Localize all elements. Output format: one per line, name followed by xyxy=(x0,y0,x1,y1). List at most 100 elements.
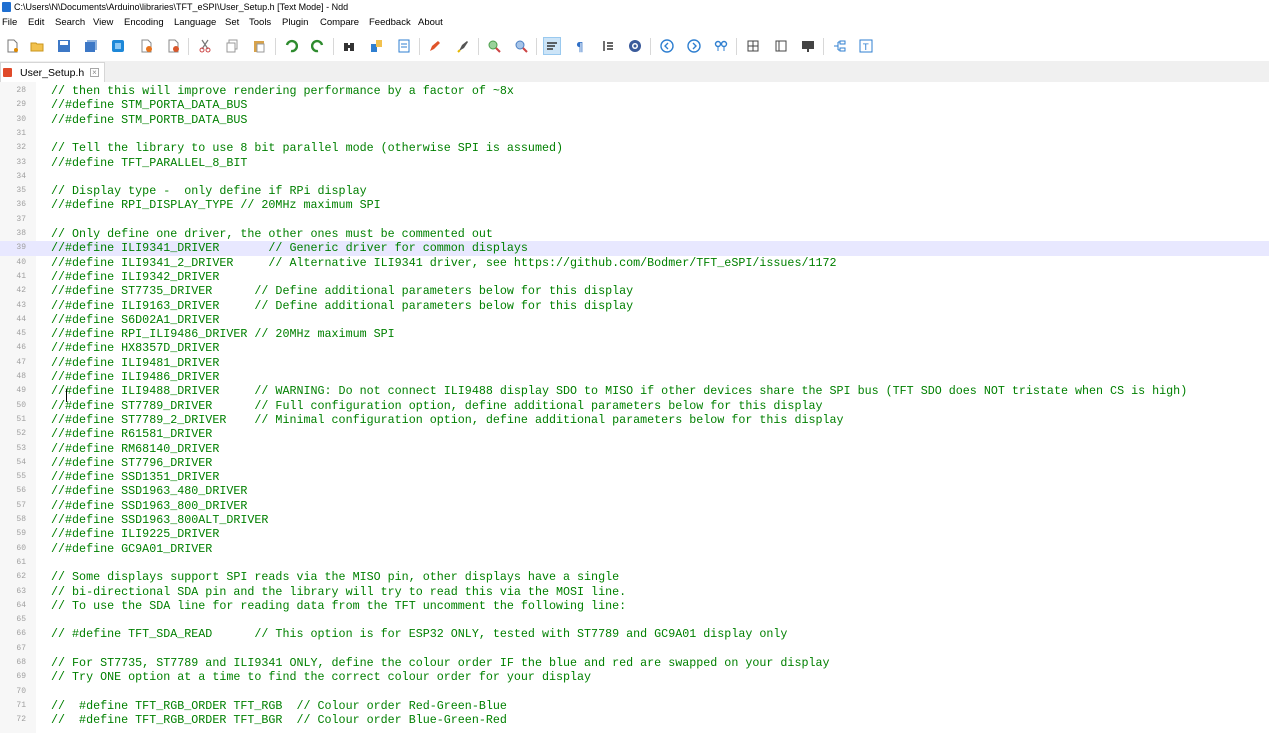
code-text[interactable]: // bi-directional SDA pin and the librar… xyxy=(51,585,626,599)
paste-icon[interactable] xyxy=(251,38,267,54)
zoom-in-icon[interactable] xyxy=(486,38,502,54)
code-line[interactable]: 64 // To use the SDA line for reading dat… xyxy=(0,599,1269,613)
code-text[interactable]: //#define STM_PORTA_DATA_BUS xyxy=(51,98,247,112)
code-line[interactable]: 29 //#define STM_PORTA_DATA_BUS xyxy=(0,98,1269,112)
code-text[interactable]: // #define TFT_SDA_READ // This option i… xyxy=(51,627,787,641)
monitor-icon[interactable] xyxy=(800,38,816,54)
code-line[interactable]: 37 xyxy=(0,213,1269,227)
save-all-icon[interactable] xyxy=(83,38,99,54)
cut-icon[interactable] xyxy=(197,38,213,54)
find-icon[interactable] xyxy=(341,38,357,54)
menu-plugin[interactable]: Plugin xyxy=(282,14,308,31)
code-line[interactable]: 34 xyxy=(0,170,1269,184)
code-text[interactable]: // #define TFT_RGB_ORDER TFT_BGR // Colo… xyxy=(51,713,507,727)
code-text[interactable]: //#define ILI9225_DRIVER xyxy=(51,527,219,541)
code-line[interactable]: 36 //#define RPI_DISPLAY_TYPE // 20MHz ma… xyxy=(0,198,1269,212)
code-line[interactable]: 57 //#define SSD1963_800_DRIVER xyxy=(0,499,1269,513)
undo-icon[interactable] xyxy=(283,38,299,54)
code-line[interactable]: 47 //#define ILI9481_DRIVER xyxy=(0,356,1269,370)
close-icon[interactable] xyxy=(110,38,126,54)
code-line[interactable]: 58 //#define SSD1963_800ALT_DRIVER xyxy=(0,513,1269,527)
copy-icon[interactable] xyxy=(224,38,240,54)
tab-user-setup[interactable]: User_Setup.h × xyxy=(0,62,105,83)
menu-about[interactable]: About xyxy=(418,14,443,31)
code-line[interactable]: 49 //#define ILI9488_DRIVER // WARNING: D… xyxy=(0,384,1269,398)
menu-compare[interactable]: Compare xyxy=(320,14,359,31)
goto-icon[interactable] xyxy=(396,38,412,54)
code-text[interactable]: //#define ILI9486_DRIVER xyxy=(51,370,219,384)
save-icon[interactable] xyxy=(56,38,72,54)
target-icon[interactable] xyxy=(627,38,643,54)
code-line[interactable]: 48 //#define ILI9486_DRIVER xyxy=(0,370,1269,384)
code-text[interactable]: //#define ST7735_DRIVER // Define additi… xyxy=(51,284,633,298)
code-text[interactable]: //#define ST7789_DRIVER // Full configur… xyxy=(51,399,823,413)
code-line[interactable]: 51 //#define ST7789_2_DRIVER // Minimal c… xyxy=(0,413,1269,427)
zoom-out-icon[interactable] xyxy=(513,38,529,54)
menu-view[interactable]: View xyxy=(93,14,113,31)
code-line[interactable]: 61 xyxy=(0,556,1269,570)
code-text[interactable]: //#define RM68140_DRIVER xyxy=(51,442,219,456)
code-text[interactable]: //#define HX8357D_DRIVER xyxy=(51,341,219,355)
code-line[interactable]: 31 xyxy=(0,127,1269,141)
code-text[interactable]: //#define ST7789_2_DRIVER // Minimal con… xyxy=(51,413,844,427)
menu-feedback[interactable]: Feedback xyxy=(369,14,411,31)
code-line[interactable]: 68 // For ST7735, ST7789 and ILI9341 ONLY… xyxy=(0,656,1269,670)
panel-icon[interactable] xyxy=(773,38,789,54)
code-text[interactable]: //#define RPI_DISPLAY_TYPE // 20MHz maxi… xyxy=(51,198,381,212)
code-line[interactable]: 44 //#define S6D02A1_DRIVER xyxy=(0,313,1269,327)
code-text[interactable]: //#define ILI9481_DRIVER xyxy=(51,356,219,370)
code-text[interactable]: // Try ONE option at a time to find the … xyxy=(51,670,591,684)
pencil-icon[interactable] xyxy=(427,38,443,54)
compare-icon[interactable] xyxy=(713,38,729,54)
code-text[interactable]: //#define ST7796_DRIVER xyxy=(51,456,212,470)
close-all-icon[interactable] xyxy=(138,38,154,54)
code-line[interactable]: 32 // Tell the library to use 8 bit paral… xyxy=(0,141,1269,155)
menu-search[interactable]: Search xyxy=(55,14,85,31)
redo-icon[interactable] xyxy=(310,38,326,54)
code-line[interactable]: 70 xyxy=(0,685,1269,699)
forward-icon[interactable] xyxy=(686,38,702,54)
code-line[interactable]: 33 //#define TFT_PARALLEL_8_BIT xyxy=(0,156,1269,170)
code-line[interactable]: 71 // #define TFT_RGB_ORDER TFT_RGB // Co… xyxy=(0,699,1269,713)
menu-set[interactable]: Set xyxy=(225,14,239,31)
menu-file[interactable]: File xyxy=(2,14,17,31)
menu-language[interactable]: Language xyxy=(174,14,216,31)
column-icon[interactable] xyxy=(745,38,761,54)
code-line[interactable]: 46 //#define HX8357D_DRIVER xyxy=(0,341,1269,355)
code-text[interactable]: //#define ILI9488_DRIVER // WARNING: Do … xyxy=(51,384,1187,398)
code-line[interactable]: 40 //#define ILI9341_2_DRIVER // Alternat… xyxy=(0,256,1269,270)
code-line[interactable]: 35 // Display type - only define if RPi d… xyxy=(0,184,1269,198)
code-text[interactable]: //#define RPI_ILI9486_DRIVER // 20MHz ma… xyxy=(51,327,395,341)
code-text[interactable]: //#define ILI9163_DRIVER // Define addit… xyxy=(51,299,633,313)
code-line[interactable]: 69 // Try ONE option at a time to find th… xyxy=(0,670,1269,684)
code-text[interactable]: //#define R61581_DRIVER xyxy=(51,427,212,441)
code-text[interactable]: //#define S6D02A1_DRIVER xyxy=(51,313,219,327)
indent-guide-icon[interactable] xyxy=(600,38,616,54)
tab-close-icon[interactable]: × xyxy=(90,68,99,77)
code-line[interactable]: 43 //#define ILI9163_DRIVER // Define add… xyxy=(0,299,1269,313)
code-line[interactable]: 41 //#define ILI9342_DRIVER xyxy=(0,270,1269,284)
open-folder-icon[interactable] xyxy=(29,38,45,54)
code-line[interactable]: 62 // Some displays support SPI reads via… xyxy=(0,570,1269,584)
word-wrap-icon[interactable] xyxy=(543,37,561,55)
code-line[interactable]: 39 //#define ILI9341_DRIVER // Generic dr… xyxy=(0,241,1269,256)
menu-tools[interactable]: Tools xyxy=(249,14,271,31)
code-line[interactable]: 59 //#define ILI9225_DRIVER xyxy=(0,527,1269,541)
code-text[interactable]: // Tell the library to use 8 bit paralle… xyxy=(51,141,563,155)
code-text[interactable]: // Display type - only define if RPi dis… xyxy=(51,184,367,198)
show-symbols-icon[interactable]: ¶ xyxy=(572,38,588,54)
code-line[interactable]: 67 xyxy=(0,642,1269,656)
code-line[interactable]: 52 //#define R61581_DRIVER xyxy=(0,427,1269,441)
code-text[interactable]: // Only define one driver, the other one… xyxy=(51,227,493,241)
code-text[interactable]: //#define SSD1963_480_DRIVER xyxy=(51,484,247,498)
code-text[interactable]: //#define GC9A01_DRIVER xyxy=(51,542,212,556)
code-text[interactable]: // then this will improve rendering perf… xyxy=(51,84,514,98)
code-text[interactable]: //#define SSD1963_800_DRIVER xyxy=(51,499,247,513)
code-text[interactable]: //#define ILI9341_DRIVER // Generic driv… xyxy=(51,241,528,255)
code-line[interactable]: 54 //#define ST7796_DRIVER xyxy=(0,456,1269,470)
new-file-icon[interactable] xyxy=(4,38,20,54)
code-text[interactable]: // For ST7735, ST7789 and ILI9341 ONLY, … xyxy=(51,656,830,670)
code-text[interactable]: // To use the SDA line for reading data … xyxy=(51,599,626,613)
code-editor[interactable]: 28 // then this will improve rendering pe… xyxy=(0,82,1269,733)
code-line[interactable]: 55 //#define SSD1351_DRIVER xyxy=(0,470,1269,484)
